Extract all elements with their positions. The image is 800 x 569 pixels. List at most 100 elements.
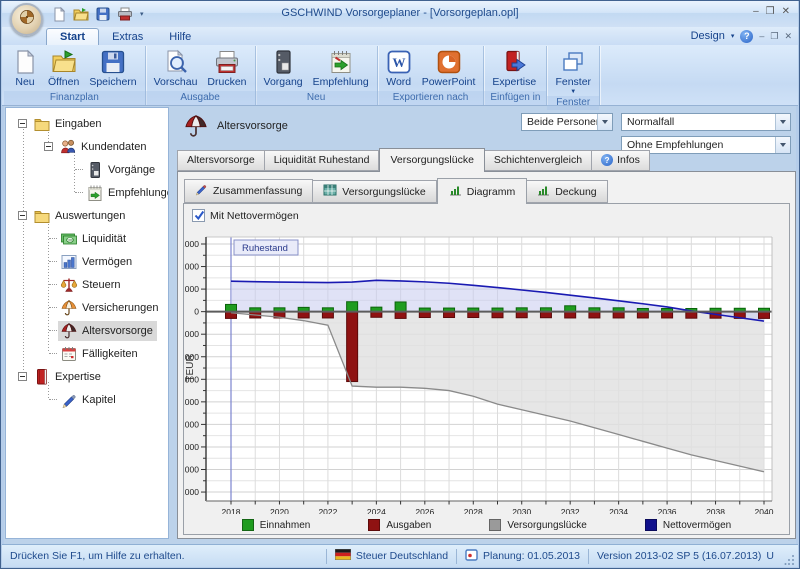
vorgang-button[interactable]: Vorgang: [259, 48, 308, 89]
tab-schichtenvergleich[interactable]: Schichtenvergleich: [485, 150, 592, 171]
chart-legend: Einnahmen Ausgaben Versorgungslücke Nett…: [184, 516, 789, 534]
tree-item-label: Vorgänge: [108, 164, 155, 176]
ribbon-tab-extras[interactable]: Extras: [99, 29, 156, 45]
status-bar: Drücken Sie F1, um Hilfe zu erhalten. St…: [2, 544, 798, 567]
powerpoint-button[interactable]: PowerPoint: [417, 48, 481, 89]
mdi-close-button[interactable]: ✕: [784, 31, 792, 42]
tree-item-label: Empfehlungen: [108, 187, 169, 199]
legend-einnahmen: Einnahmen: [242, 519, 311, 531]
svg-text:2022: 2022: [318, 507, 337, 514]
legend-nettovermoegen: Nettovermögen: [645, 519, 731, 531]
resize-grip[interactable]: [784, 549, 796, 567]
subtab-zusammenfassung[interactable]: Zusammenfassung: [184, 179, 313, 203]
tree-item-eingaben[interactable]: Eingaben: [6, 112, 168, 135]
ribbon-group-fenster: Fenster ▼ Fenster: [547, 46, 600, 105]
tree-item-versicherungen[interactable]: Versicherungen: [6, 296, 168, 319]
svg-text:2034: 2034: [609, 507, 628, 514]
tree-item-faelligkeiten[interactable]: Fälligkeiten: [6, 342, 168, 365]
tree-item-vermoegen[interactable]: Vermögen: [6, 250, 168, 273]
umbrella-logo-icon: [16, 6, 38, 33]
expertise-button[interactable]: Expertise: [487, 48, 541, 89]
chart-bars-icon: [449, 184, 462, 199]
scales-icon: [60, 276, 78, 294]
svg-text:0: 0: [194, 307, 199, 317]
subtab-versorgungsluecke[interactable]: Versorgungslücke: [313, 180, 436, 203]
svg-text:TEUR: TEUR: [185, 354, 196, 381]
svg-text:W: W: [392, 55, 405, 70]
design-dropdown[interactable]: Design: [691, 30, 725, 42]
svg-text:Ruhestand: Ruhestand: [242, 243, 288, 254]
ribbon-tab-start[interactable]: Start: [46, 28, 99, 45]
ribbon-tab-hilfe[interactable]: Hilfe: [156, 29, 204, 45]
save-icon: [100, 49, 126, 75]
tree-item-label: Altersvorsorge: [82, 325, 153, 337]
diagram-panel: Mit Nettovermögen 3.0002.0001.0000-1.000…: [183, 203, 790, 535]
tree-item-label: Vermögen: [82, 256, 132, 268]
chevron-down-icon: [775, 114, 790, 130]
collapse-icon[interactable]: [18, 372, 27, 381]
legend-swatch-darkred: [368, 519, 380, 531]
planning-date-icon: [465, 549, 478, 564]
notepad-icon: [86, 184, 104, 202]
tab-infos[interactable]: ? Infos: [592, 150, 650, 171]
nettovermoegen-checkbox[interactable]: Mit Nettovermögen: [192, 209, 299, 222]
main-tab-strip: Altersvorsorge Liquidität Ruhestand Vers…: [177, 149, 650, 171]
tab-versorgungsluecke[interactable]: Versorgungslücke: [379, 148, 484, 172]
ribbon-group-label: Neu: [256, 91, 377, 105]
svg-text:-6.000: -6.000: [184, 442, 199, 452]
tree-item-liquiditaet[interactable]: 100 Liquidität: [6, 227, 168, 250]
ribbon-group-label: Einfügen in: [484, 91, 546, 105]
collapse-icon[interactable]: [18, 211, 27, 220]
collapse-icon[interactable]: [18, 119, 27, 128]
table-icon: [323, 184, 337, 199]
tree-item-expertise[interactable]: Expertise: [6, 365, 168, 388]
collapse-icon[interactable]: [44, 142, 53, 151]
tree-item-steuern[interactable]: Steuern: [6, 273, 168, 296]
neu-button[interactable]: Neu: [7, 48, 43, 89]
svg-text:2030: 2030: [512, 507, 531, 514]
subtab-diagramm[interactable]: Diagramm: [437, 178, 527, 204]
umbrella-icon: [60, 299, 78, 317]
tree-item-kapitel[interactable]: Kapitel: [6, 388, 168, 411]
binder-icon: [86, 161, 104, 179]
app-orb-button[interactable]: [10, 3, 43, 36]
drucken-button[interactable]: Drucken: [202, 48, 251, 89]
tree-item-altersvorsorge[interactable]: Altersvorsorge: [6, 319, 168, 342]
tree-item-kundendaten[interactable]: Kundendaten: [6, 135, 168, 158]
pen-icon: [60, 391, 78, 409]
fenster-button[interactable]: Fenster ▼: [550, 48, 596, 96]
maximize-button[interactable]: ❒: [766, 6, 775, 18]
mdi-minimize-button[interactable]: –: [759, 31, 764, 41]
scenario-select[interactable]: Normalfall: [621, 113, 791, 131]
tab-liquiditaet-ruhestand[interactable]: Liquidität Ruhestand: [265, 150, 380, 171]
ribbon-group-exportieren: W Word PowerPoint Exportieren nach: [378, 46, 485, 105]
word-icon: W: [386, 49, 412, 75]
tab-altersvorsorge[interactable]: Altersvorsorge: [177, 150, 265, 171]
money-icon: 100: [60, 230, 78, 248]
tree-item-empfehlungen[interactable]: Empfehlungen: [6, 181, 168, 204]
binder-icon: [270, 49, 296, 75]
tree-item-auswertungen[interactable]: Auswertungen: [6, 204, 168, 227]
svg-text:2020: 2020: [270, 507, 289, 514]
vorschau-button[interactable]: Vorschau: [149, 48, 203, 89]
help-icon[interactable]: ?: [740, 30, 753, 43]
window-title: GSCHWIND Vorsorgeplaner - [Vorsorgeplan.…: [2, 7, 798, 19]
tree-item-vorgaenge[interactable]: Vorgänge: [6, 158, 168, 181]
legend-versorgungsluecke: Versorgungslücke: [489, 519, 587, 531]
open-folder-icon: [51, 49, 77, 75]
people-icon: [59, 138, 77, 156]
ribbon-tab-row: Start Extras Hilfe Design ▾ ? – ❐ ✕: [2, 27, 798, 45]
word-button[interactable]: W Word: [381, 48, 417, 89]
mdi-restore-button[interactable]: ❐: [770, 31, 778, 42]
design-caret-icon[interactable]: ▾: [731, 32, 735, 40]
empfehlung-button[interactable]: Empfehlung: [308, 48, 374, 89]
minimize-button[interactable]: –: [753, 6, 759, 18]
subtab-deckung[interactable]: Deckung: [527, 180, 607, 203]
close-button[interactable]: ✕: [782, 6, 790, 18]
person-select[interactable]: Beide Personen: [521, 113, 613, 131]
svg-text:2038: 2038: [706, 507, 725, 514]
sub-tab-strip: Zusammenfassung Versorgungslücke Diagram…: [184, 180, 608, 203]
speichern-button[interactable]: Speichern: [84, 48, 141, 89]
new-document-icon: [12, 49, 38, 75]
oeffnen-button[interactable]: Öffnen: [43, 48, 84, 89]
